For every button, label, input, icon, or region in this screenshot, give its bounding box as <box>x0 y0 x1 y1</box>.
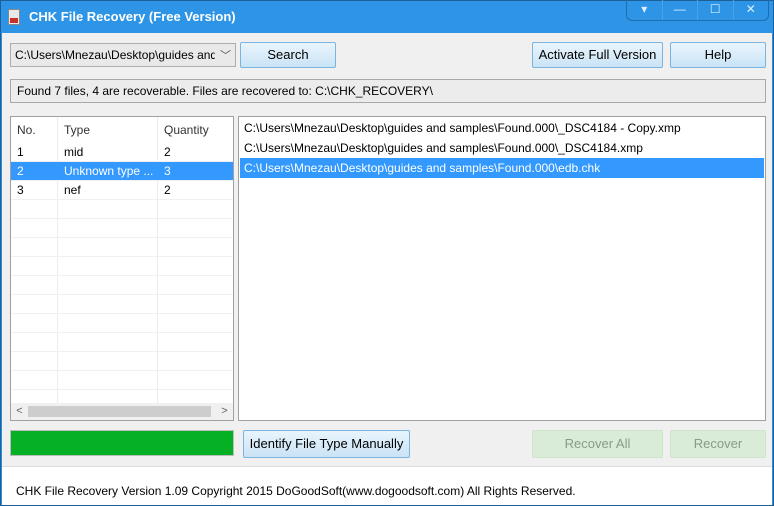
row-type: mid <box>64 145 84 159</box>
identify-file-type-button[interactable]: Identify File Type Manually <box>243 430 410 458</box>
window-controls: ▾ — ☐ ✕ <box>626 0 769 21</box>
empty-row <box>11 257 233 276</box>
activate-full-version-button[interactable]: Activate Full Version <box>532 42 663 68</box>
empty-row <box>11 238 233 257</box>
chevron-down-icon[interactable]: ﹀ <box>220 47 231 63</box>
copyright-text: CHK File Recovery Version 1.09 Copyright… <box>16 484 576 498</box>
row-type: nef <box>64 183 81 197</box>
window-title: CHK File Recovery (Free Version) <box>29 9 236 24</box>
file-type-table: No. Type Quantity 1 mid 2 2 Unknown type… <box>10 116 234 421</box>
empty-row <box>11 333 233 352</box>
column-header-type[interactable]: Type <box>58 117 158 143</box>
empty-row <box>11 219 233 238</box>
table-header: No. Type Quantity <box>11 117 233 143</box>
progress-bar <box>10 430 234 456</box>
empty-row <box>11 276 233 295</box>
menu-dropdown-icon[interactable]: ▾ <box>627 0 663 20</box>
table-row[interactable]: 1 mid 2 <box>11 143 233 162</box>
empty-row <box>11 295 233 314</box>
path-select[interactable]: C:\Users\Mnezau\Desktop\guides and sa ﹀ <box>10 43 236 67</box>
table-row[interactable]: 3 nef 2 <box>11 181 233 200</box>
close-button[interactable]: ✕ <box>734 0 769 20</box>
progress-fill <box>11 431 233 455</box>
row-type: Unknown type ... <box>64 164 154 178</box>
empty-row <box>11 314 233 333</box>
empty-row <box>11 200 233 219</box>
app-window: CHK File Recovery (Free Version) ▾ — ☐ ✕… <box>0 0 774 506</box>
row-quantity: 2 <box>164 145 171 159</box>
footer: CHK File Recovery Version 1.09 Copyright… <box>2 467 772 505</box>
empty-row <box>11 371 233 390</box>
scroll-left-icon[interactable]: < <box>11 403 28 420</box>
maximize-button[interactable]: ☐ <box>698 0 734 20</box>
file-list-item-selected[interactable]: C:\Users\Mnezau\Desktop\guides and sampl… <box>240 158 764 178</box>
scroll-right-icon[interactable]: > <box>216 403 233 420</box>
search-button[interactable]: Search <box>240 42 336 68</box>
help-button[interactable]: Help <box>670 42 766 68</box>
file-list-item[interactable]: C:\Users\Mnezau\Desktop\guides and sampl… <box>240 138 764 158</box>
status-bar: Found 7 files, 4 are recoverable. Files … <box>10 79 766 103</box>
path-select-value: C:\Users\Mnezau\Desktop\guides and sa <box>15 48 215 62</box>
column-header-quantity[interactable]: Quantity <box>158 117 233 143</box>
recover-all-button[interactable]: Recover All <box>532 430 663 458</box>
client-area: C:\Users\Mnezau\Desktop\guides and sa ﹀ … <box>2 33 772 505</box>
row-no: 2 <box>17 164 24 178</box>
file-list: C:\Users\Mnezau\Desktop\guides and sampl… <box>238 116 766 421</box>
file-list-item[interactable]: C:\Users\Mnezau\Desktop\guides and sampl… <box>240 118 764 138</box>
column-header-no[interactable]: No. <box>11 117 58 143</box>
app-icon <box>8 9 20 25</box>
scrollbar-thumb[interactable] <box>28 406 211 417</box>
title-bar: CHK File Recovery (Free Version) ▾ — ☐ ✕ <box>1 0 773 33</box>
row-quantity: 3 <box>164 164 171 178</box>
horizontal-scrollbar[interactable]: < > <box>11 403 233 420</box>
row-no: 3 <box>17 183 24 197</box>
recover-button[interactable]: Recover <box>670 430 766 458</box>
empty-row <box>11 352 233 371</box>
row-quantity: 2 <box>164 183 171 197</box>
row-no: 1 <box>17 145 24 159</box>
minimize-button[interactable]: — <box>663 0 698 20</box>
table-row-selected[interactable]: 2 Unknown type ... 3 <box>11 162 233 181</box>
